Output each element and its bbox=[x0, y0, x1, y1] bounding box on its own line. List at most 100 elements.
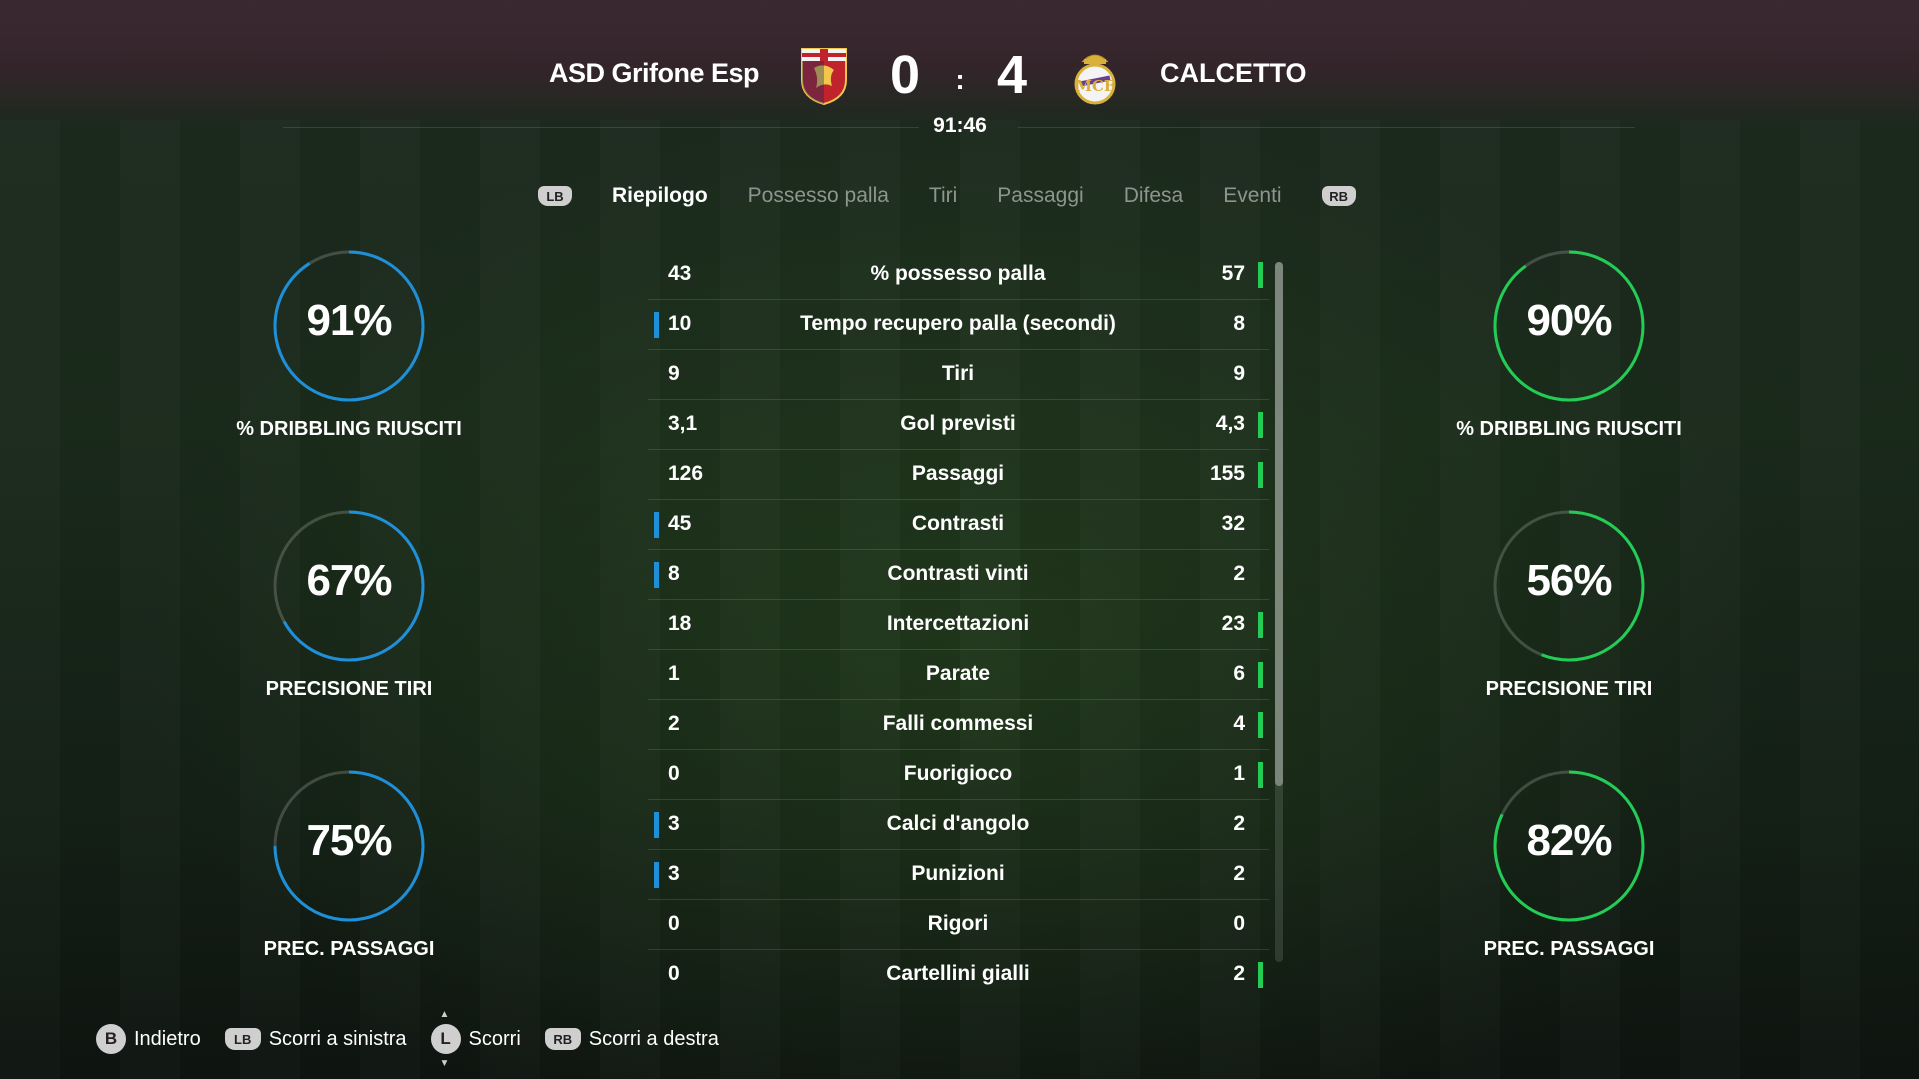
away-value: 2 bbox=[1233, 812, 1245, 835]
away-value: 2 bbox=[1233, 962, 1245, 985]
home-team-name: ASD Grifone Esp bbox=[548, 58, 760, 88]
stat-label: % possesso palla bbox=[870, 262, 1046, 285]
away-value: 9 bbox=[1233, 362, 1245, 385]
stat-label: Intercettazioni bbox=[886, 612, 1030, 635]
stat-label: Rigori bbox=[927, 912, 989, 935]
stats-table[interactable]: 43% possesso palla 57 10 Tempo recupero pa… bbox=[648, 250, 1269, 999]
ring-label: PRECISIONE TIRI bbox=[265, 678, 433, 700]
away-team-name: CALCETTO bbox=[1160, 58, 1307, 88]
rb-button-icon[interactable]: RB bbox=[544, 1028, 581, 1050]
ring-value: 91% bbox=[306, 296, 392, 345]
ring-value: 67% bbox=[306, 556, 392, 605]
home-value: 0 bbox=[668, 762, 680, 785]
away-value: 2 bbox=[1233, 862, 1245, 885]
home-leader-bar bbox=[654, 562, 659, 588]
home-value: 18 bbox=[668, 612, 692, 635]
ring-value: 56% bbox=[1526, 556, 1612, 605]
home-value: 8 bbox=[668, 562, 680, 585]
away-value: 4,3 bbox=[1215, 412, 1245, 435]
stat-label: Gol previsti bbox=[900, 412, 1016, 435]
tab-tiri[interactable]: Tiri bbox=[929, 184, 957, 208]
stats-scrollbar-thumb[interactable] bbox=[1275, 262, 1283, 786]
away-crest-icon: MCF bbox=[1074, 54, 1116, 105]
home-value: 3 bbox=[668, 812, 680, 835]
stat-label: Parate bbox=[925, 662, 991, 685]
stat-label: Tempo recupero palla (secondi) bbox=[800, 312, 1116, 335]
header-divider-left bbox=[283, 127, 919, 128]
left-stick-icon[interactable]: ▲ L ▼ bbox=[430, 1009, 461, 1069]
tab-eventi[interactable]: Eventi bbox=[1223, 184, 1281, 208]
b-button-icon[interactable]: B bbox=[96, 1024, 126, 1054]
away-ring-shot-accuracy: 56% PRECISIONE TIRI bbox=[1429, 508, 1709, 701]
table-row: 1 Parate 6 bbox=[648, 650, 1269, 700]
stats-tab-bar: LB Riepilogo Possesso palla Tiri Passagg… bbox=[538, 184, 1356, 208]
home-value: 9 bbox=[668, 362, 680, 385]
lb-button-icon[interactable]: LB bbox=[538, 186, 572, 206]
stat-label: Passaggi bbox=[911, 462, 1005, 485]
table-row: 2 Falli commessi 4 bbox=[648, 700, 1269, 750]
stat-label: Tiri bbox=[941, 362, 975, 385]
away-leader-bar bbox=[1258, 962, 1263, 988]
home-ring-shot-accuracy: 67% PRECISIONE TIRI bbox=[209, 508, 489, 701]
chevron-down-icon: ▼ bbox=[439, 1058, 450, 1069]
tab-difesa[interactable]: Difesa bbox=[1124, 184, 1184, 208]
tab-passaggi[interactable]: Passaggi bbox=[997, 184, 1083, 208]
tab-possesso-palla[interactable]: Possesso palla bbox=[748, 184, 889, 208]
header-divider-right bbox=[1018, 127, 1635, 128]
away-value: 57 bbox=[1221, 262, 1245, 285]
table-row: 10 Tempo recupero palla (secondi) 8 bbox=[648, 300, 1269, 350]
footer-controls: B Indietro LB Scorri a sinistra ▲ L ▼ Sc… bbox=[96, 1009, 743, 1069]
stat-label: Contrasti vinti bbox=[887, 562, 1029, 585]
home-value: 43 bbox=[668, 262, 692, 285]
away-leader-bar bbox=[1258, 462, 1263, 488]
away-value: 32 bbox=[1221, 512, 1245, 535]
table-row: 8 Contrasti vinti 2 bbox=[648, 550, 1269, 600]
away-value: 8 bbox=[1233, 312, 1245, 335]
rb-button-icon[interactable]: RB bbox=[1321, 186, 1356, 206]
away-leader-bar bbox=[1258, 762, 1263, 788]
home-value: 3,1 bbox=[668, 412, 698, 435]
away-ring-pass-accuracy: 82% PREC. PASSAGGI bbox=[1429, 768, 1709, 961]
away-score: 4 bbox=[996, 45, 1028, 105]
away-value: 155 bbox=[1209, 462, 1245, 485]
ring-value: 90% bbox=[1526, 296, 1612, 345]
stat-label: Punizioni bbox=[911, 862, 1005, 885]
stat-label: Cartellini gialli bbox=[886, 962, 1030, 985]
ring-value: 82% bbox=[1526, 816, 1612, 865]
table-row: 0 Rigori 0 bbox=[648, 900, 1269, 950]
back-label[interactable]: Indietro bbox=[134, 1028, 201, 1051]
table-row: 43 % possesso palla 57 bbox=[648, 250, 1269, 300]
home-value: 10 bbox=[668, 312, 692, 335]
away-leader-bar bbox=[1258, 662, 1263, 688]
home-value: 0 bbox=[668, 912, 680, 935]
ring-value: 75% bbox=[306, 816, 392, 865]
home-crest-icon bbox=[801, 48, 847, 106]
table-row: 3,1 Gol previsti 4,3 bbox=[648, 400, 1269, 450]
scroll-left-label[interactable]: Scorri a sinistra bbox=[269, 1028, 407, 1051]
table-row: 0 Fuorigioco 1 bbox=[648, 750, 1269, 800]
away-ring-dribbling: 90% % DRIBBLING RIUSCITI bbox=[1429, 248, 1709, 441]
table-row: 126 Passaggi 155 bbox=[648, 450, 1269, 500]
home-value: 3 bbox=[668, 862, 680, 885]
away-value: 1 bbox=[1233, 762, 1245, 785]
stat-label: Falli commessi bbox=[882, 712, 1034, 735]
table-row: 0 Cartellini gialli 2 bbox=[648, 950, 1269, 999]
tab-riepilogo[interactable]: Riepilogo bbox=[612, 184, 708, 208]
ring-label: % DRIBBLING RIUSCITI bbox=[1456, 418, 1682, 440]
home-score: 0 bbox=[889, 45, 921, 105]
away-leader-bar bbox=[1258, 712, 1263, 738]
left-stick-letter: L bbox=[440, 1029, 451, 1048]
away-leader-bar bbox=[1258, 612, 1263, 638]
home-value: 2 bbox=[668, 712, 680, 735]
home-ring-pass-accuracy: 75% PREC. PASSAGGI bbox=[209, 768, 489, 961]
scroll-label[interactable]: Scorri bbox=[469, 1028, 521, 1051]
away-value: 4 bbox=[1233, 712, 1245, 735]
away-value: 23 bbox=[1221, 612, 1245, 635]
lb-button-icon[interactable]: LB bbox=[224, 1028, 261, 1050]
home-leader-bar bbox=[654, 312, 659, 338]
table-row: 45 Contrasti 32 bbox=[648, 500, 1269, 550]
table-row: 3 Calci d'angolo 2 bbox=[648, 800, 1269, 850]
home-ring-dribbling: 91% % DRIBBLING RIUSCITI bbox=[209, 248, 489, 441]
scroll-right-label[interactable]: Scorri a destra bbox=[589, 1028, 719, 1051]
ring-label: % DRIBBLING RIUSCITI bbox=[236, 418, 462, 440]
